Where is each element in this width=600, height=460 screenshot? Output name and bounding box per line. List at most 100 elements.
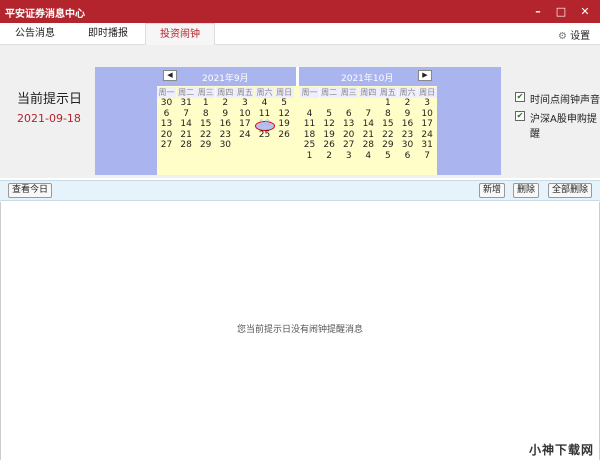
calendar-day[interactable]: 14 (359, 119, 378, 129)
prev-month-button[interactable]: ◀ (163, 70, 177, 81)
calendar-day[interactable]: 29 (196, 140, 215, 150)
weekday-header: 周五 (378, 87, 398, 98)
calendar-day[interactable]: 31 (418, 140, 437, 150)
window-title: 平安证券消息中心 (5, 9, 85, 20)
calendar-day[interactable]: 17 (418, 119, 437, 129)
calendar-day[interactable]: 10 (235, 109, 254, 119)
maximize-button[interactable]: □ (553, 4, 569, 19)
tab-investment-alarm[interactable]: 投资闹钟 (145, 23, 215, 45)
weekday-header: 周四 (358, 87, 378, 98)
calendar-day[interactable]: 21 (177, 130, 196, 140)
calendar-day[interactable]: 13 (339, 119, 358, 129)
minimize-button[interactable]: – (530, 4, 546, 19)
calendar-day[interactable]: 26 (275, 130, 294, 140)
calendar-day[interactable]: 6 (157, 109, 176, 119)
empty-message: 您当前提示日没有闹钟提醒消息 (236, 325, 363, 335)
reminder-date: 2021-09-18 (17, 112, 81, 125)
calendar-day[interactable]: 18 (300, 130, 319, 140)
calendar-day[interactable]: 22 (196, 130, 215, 140)
calendar-day[interactable]: 6 (339, 109, 358, 119)
month-title-oct: 2021年10月 (341, 74, 394, 84)
calendar-day[interactable]: 24 (235, 130, 254, 140)
calendar-day[interactable]: 16 (398, 119, 417, 129)
calendar-day[interactable]: 27 (339, 140, 358, 150)
calendar-day[interactable]: 12 (275, 109, 294, 119)
calendar-day[interactable]: 26 (320, 140, 339, 150)
calendar-day[interactable]: 3 (418, 98, 437, 108)
calendar-day[interactable]: 30 (216, 140, 235, 150)
calendar-day[interactable]: 28 (177, 140, 196, 150)
calendar-day[interactable]: 11 (255, 109, 274, 119)
calendar-day[interactable]: 10 (418, 109, 437, 119)
calendar-day[interactable]: 22 (378, 130, 397, 140)
calendar-day[interactable]: 15 (196, 119, 215, 129)
view-today-button[interactable]: 查看今日 (8, 183, 53, 198)
reminder-label: 当前提示日 (17, 92, 83, 107)
calendar-day[interactable]: 1 (196, 98, 215, 108)
toolbar (0, 180, 600, 201)
calendar-day[interactable]: 25 (255, 130, 274, 140)
calendar-day[interactable]: 9 (398, 109, 417, 119)
calendar-day[interactable]: 23 (216, 130, 235, 140)
calendar-day[interactable]: 20 (157, 130, 176, 140)
add-button[interactable]: 新增 (479, 183, 506, 198)
calendar-day[interactable]: 7 (359, 109, 378, 119)
calendar-day[interactable]: 19 (275, 119, 294, 129)
calendar-day[interactable]: 3 (339, 151, 358, 161)
calendar-day[interactable]: 30 (157, 98, 176, 108)
calendar-day[interactable]: 8 (378, 109, 397, 119)
calendar-day[interactable]: 1 (300, 151, 319, 161)
calendar-day[interactable]: 2 (398, 98, 417, 108)
calendar-day[interactable]: 23 (398, 130, 417, 140)
next-month-button[interactable]: ▶ (418, 70, 432, 81)
calendar-day[interactable]: 21 (359, 130, 378, 140)
calendar-day[interactable]: 17 (235, 119, 254, 129)
calendar-day[interactable]: 12 (320, 119, 339, 129)
title-bar: 平安证券消息中心 – □ ✕ (0, 0, 600, 23)
calendar-day[interactable]: 16 (216, 119, 235, 129)
delete-button[interactable]: 删除 (513, 183, 540, 198)
calendar-day[interactable]: 7 (177, 109, 196, 119)
close-button[interactable]: ✕ (577, 4, 593, 19)
calendar-day[interactable]: 6 (398, 151, 417, 161)
alarm-sound-checkbox[interactable]: ✔ (515, 92, 525, 102)
calendar-day[interactable]: 29 (378, 140, 397, 150)
calendar-day[interactable]: 2 (320, 151, 339, 161)
calendar-day[interactable]: 9 (216, 109, 235, 119)
calendar-day[interactable]: 5 (378, 151, 397, 161)
calendar-day[interactable]: 30 (398, 140, 417, 150)
calendar-day[interactable]: 15 (378, 119, 397, 129)
calendar-day[interactable]: 31 (177, 98, 196, 108)
tab-live-broadcast[interactable]: 即时播报 (78, 23, 138, 45)
calendar-day[interactable]: 2 (216, 98, 235, 108)
calendar-day[interactable]: 20 (339, 130, 358, 140)
calendar-day[interactable]: 18 (255, 119, 274, 129)
calendar-day[interactable]: 28 (359, 140, 378, 150)
gear-icon: ⚙ (558, 31, 567, 42)
ipo-reminder-checkbox[interactable]: ✔ (515, 111, 525, 121)
calendar-day[interactable]: 13 (157, 119, 176, 129)
calendar-day[interactable]: 19 (320, 130, 339, 140)
weekday-header: 周三 (339, 87, 359, 98)
calendar-day[interactable]: 3 (235, 98, 254, 108)
delete-all-button[interactable]: 全部删除 (548, 183, 593, 198)
settings-button[interactable]: ⚙ 设置 (558, 27, 590, 42)
calendar-day[interactable]: 14 (177, 119, 196, 129)
calendar-day[interactable]: 11 (300, 119, 319, 129)
calendar-day[interactable]: 5 (320, 109, 339, 119)
calendar-day[interactable]: 4 (300, 109, 319, 119)
tab-bar: 公告消息 即时播报 投资闹钟 ⚙ 设置 (0, 23, 600, 45)
calendar-day[interactable]: 25 (300, 140, 319, 150)
calendar-day[interactable]: 4 (359, 151, 378, 161)
calendar-day[interactable]: 4 (255, 98, 274, 108)
tab-announcements[interactable]: 公告消息 (5, 23, 65, 45)
weekday-header: 周五 (235, 87, 255, 98)
weekday-header: 周一 (300, 87, 319, 98)
calendar-day[interactable]: 24 (418, 130, 437, 140)
calendar-day[interactable]: 7 (418, 151, 437, 161)
calendar-day[interactable]: 8 (196, 109, 215, 119)
calendar-day[interactable]: 5 (275, 98, 294, 108)
calendar-day[interactable]: 1 (378, 98, 397, 108)
calendar-day[interactable]: 27 (157, 140, 176, 150)
weekday-header: 周二 (176, 87, 196, 98)
